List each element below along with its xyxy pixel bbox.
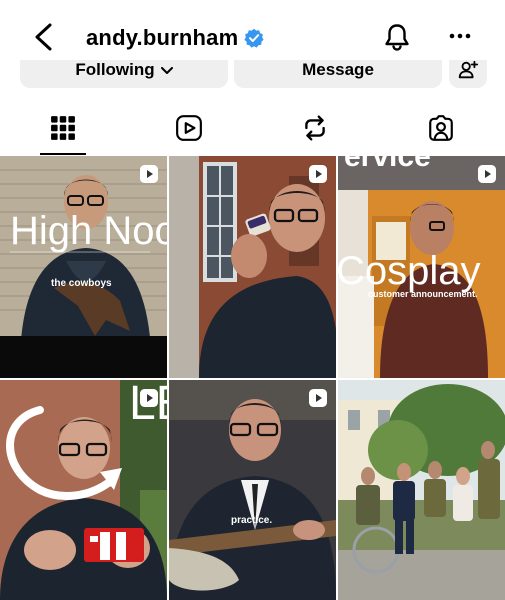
post-3-caption: customer announcement. bbox=[368, 289, 478, 299]
post-thumbnail-2[interactable] bbox=[169, 156, 336, 378]
post-3-sign-text: ervice bbox=[344, 156, 431, 173]
grid-icon bbox=[51, 116, 75, 140]
profile-header: andy.burnham bbox=[0, 0, 505, 60]
post-5-image bbox=[169, 380, 336, 600]
username-title: andy.burnham bbox=[86, 25, 264, 51]
post-1-caption: the cowboys bbox=[51, 278, 112, 289]
verified-badge-icon bbox=[244, 28, 264, 48]
post-thumbnail-4[interactable]: LEGO bbox=[0, 380, 167, 600]
reel-indicator-icon bbox=[140, 389, 158, 407]
reels-icon bbox=[176, 115, 202, 141]
reel-indicator-icon bbox=[140, 165, 158, 183]
post-thumbnail-3[interactable]: ervice Cosplay customer announcement. bbox=[338, 156, 505, 378]
chevron-down-icon bbox=[160, 66, 173, 74]
post-1-title: High Noon bbox=[10, 209, 167, 253]
more-options-icon[interactable] bbox=[446, 26, 474, 46]
add-user-icon bbox=[458, 60, 479, 79]
posts-grid: High Noon the cowboys bbox=[0, 156, 505, 600]
post-thumbnail-1[interactable]: High Noon the cowboys bbox=[0, 156, 167, 378]
profile-tabs bbox=[0, 100, 505, 156]
post-2-image bbox=[169, 156, 336, 378]
tagged-icon bbox=[429, 115, 453, 141]
post-5-caption: practice. bbox=[231, 515, 273, 526]
tab-reels[interactable] bbox=[126, 100, 252, 156]
post-3-title: Cosplay bbox=[338, 249, 481, 293]
post-thumbnail-5[interactable]: practice. bbox=[169, 380, 336, 600]
reel-indicator-icon bbox=[478, 165, 496, 183]
active-tab-indicator bbox=[40, 153, 86, 155]
post-6-image bbox=[338, 380, 505, 600]
back-chevron-icon[interactable] bbox=[30, 22, 56, 52]
repost-icon bbox=[305, 115, 325, 141]
post-1-image bbox=[0, 156, 167, 378]
tab-reposts[interactable] bbox=[252, 100, 378, 156]
username-text: andy.burnham bbox=[86, 25, 239, 50]
following-label: Following bbox=[75, 60, 155, 79]
tab-grid[interactable] bbox=[0, 100, 126, 156]
notification-bell-icon[interactable] bbox=[382, 22, 412, 52]
message-label: Message bbox=[302, 60, 374, 79]
reel-indicator-icon bbox=[309, 389, 327, 407]
tab-tagged[interactable] bbox=[378, 100, 504, 156]
reel-indicator-icon bbox=[309, 165, 327, 183]
post-thumbnail-6[interactable] bbox=[338, 380, 505, 600]
